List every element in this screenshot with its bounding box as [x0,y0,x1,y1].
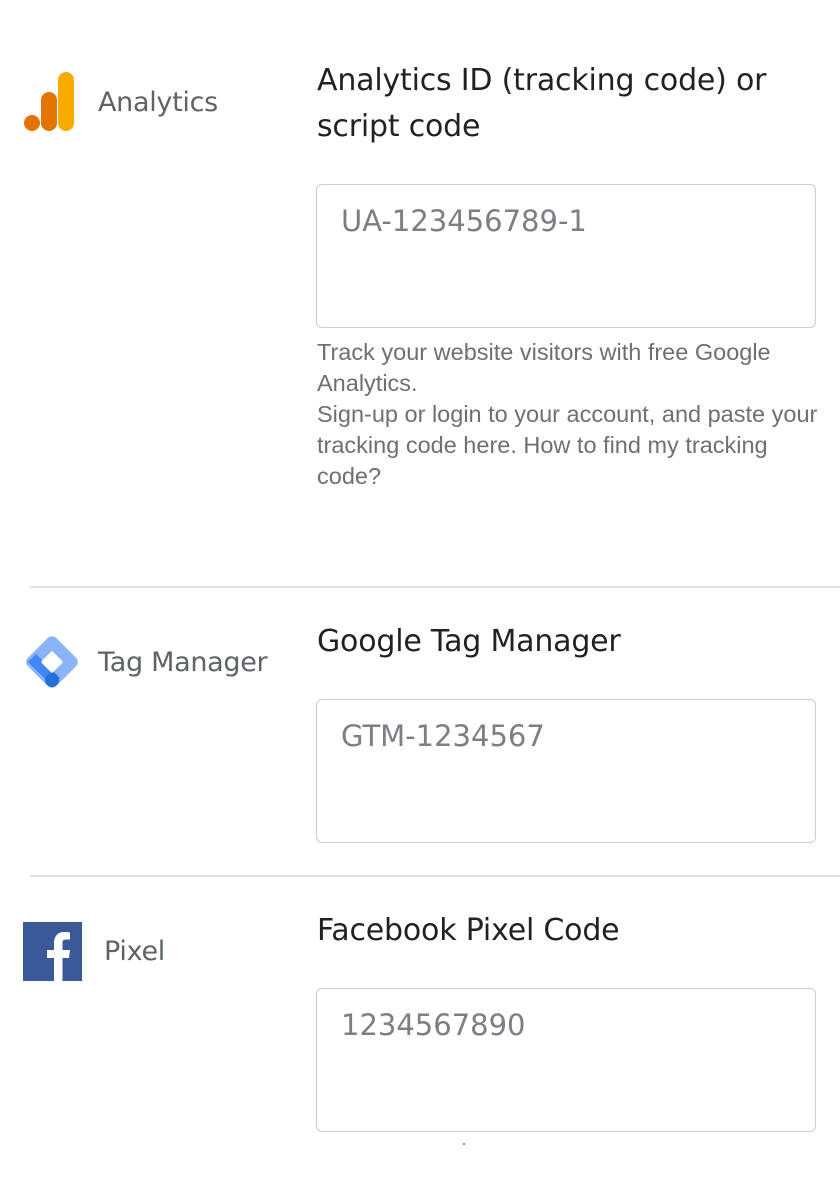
tag-manager-brand: Tag Manager [22,632,268,692]
tag-manager-field-title: Google Tag Manager [317,624,621,659]
facebook-pixel-brand-label: Pixel [104,936,165,967]
facebook-pixel-brand: Pixel [23,922,165,981]
facebook-f-icon [23,922,82,981]
google-analytics-bars-icon [24,72,76,132]
analytics-field-title: Analytics ID (tracking code) or script c… [317,63,767,144]
tag-manager-brand-label: Tag Manager [98,646,268,678]
facebook-pixel-field-title: Facebook Pixel Code [317,913,620,948]
analytics-help-text: Track your website visitors with free Go… [317,337,837,492]
tag-manager-id-input[interactable] [316,699,816,843]
section-divider [30,586,840,588]
analytics-id-input[interactable] [316,184,816,328]
section-divider [30,875,840,877]
facebook-pixel-code-input[interactable] [316,988,816,1132]
analytics-help-line-1: Track your website visitors with free Go… [317,339,771,396]
scroll-hint-dot [463,1143,465,1145]
google-tag-manager-diamond-icon [22,632,82,692]
analytics-brand: Analytics [24,72,218,132]
analytics-help-line-2: Sign-up or login to your account, and pa… [317,401,818,489]
analytics-brand-label: Analytics [98,86,218,118]
